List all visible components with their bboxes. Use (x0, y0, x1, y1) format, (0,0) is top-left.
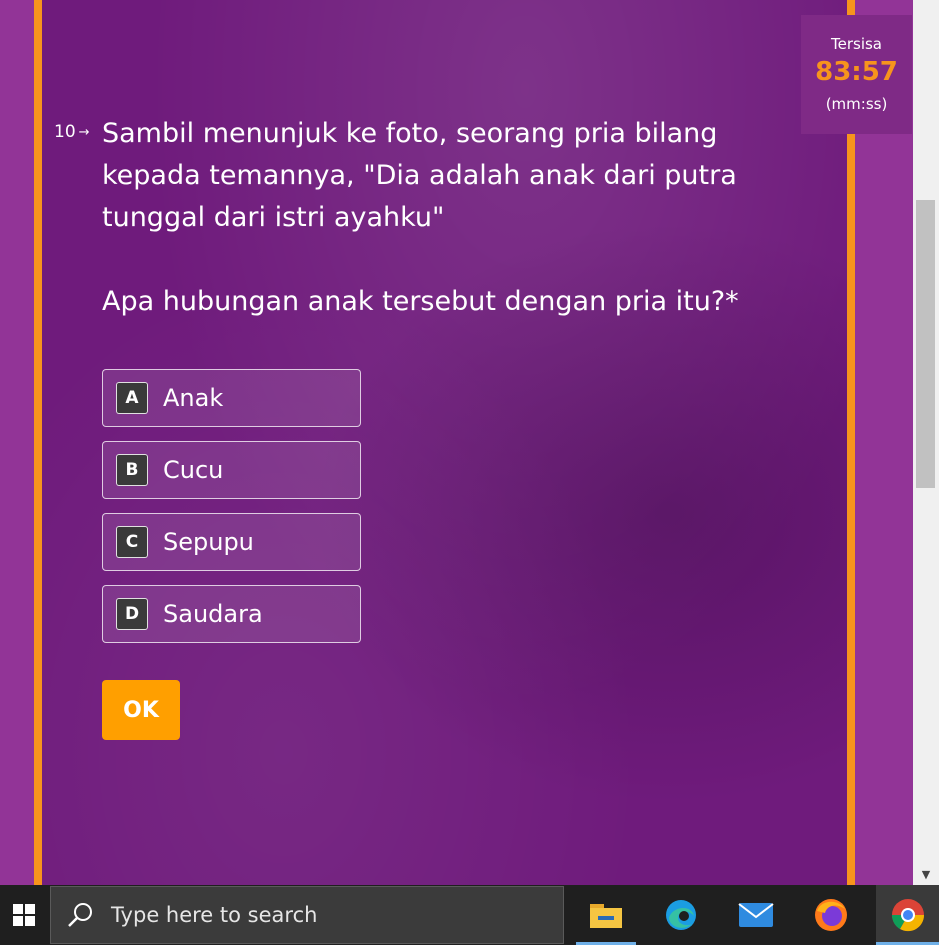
question-number: 10 → (54, 122, 90, 142)
edge-icon (666, 900, 696, 930)
question-text: Sambil menunjuk ke foto, seorang pria bi… (102, 118, 737, 233)
chrome-button[interactable] (876, 885, 939, 945)
option-key: C (116, 526, 148, 558)
timer-label: Tersisa (831, 35, 882, 53)
option-label: Anak (163, 384, 224, 412)
option-label: Cucu (163, 456, 224, 484)
taskbar-search-box[interactable]: Type here to search (50, 886, 564, 944)
chrome-icon (891, 899, 924, 932)
option-label: Saudara (163, 600, 263, 628)
option-c[interactable]: C Sepupu (102, 513, 361, 571)
timer-box: Tersisa 83:57 (mm:ss) (801, 15, 912, 134)
option-b[interactable]: B Cucu (102, 441, 361, 499)
mail-button[interactable] (726, 885, 786, 945)
quiz-page: Tersisa 83:57 (mm:ss) 10 → Sambil menunj… (0, 0, 913, 885)
option-a[interactable]: A Anak (102, 369, 361, 427)
scrollbar-thumb[interactable] (916, 200, 935, 488)
question-number-text: 10 (54, 122, 76, 142)
question-block: Sambil menunjuk ke foto, seorang pria bi… (102, 113, 762, 323)
timer-value: 83:57 (815, 57, 898, 87)
firefox-icon (815, 899, 847, 931)
windows-logo-icon (13, 904, 35, 926)
option-label: Sepupu (163, 528, 254, 556)
taskbar: Type here to search (0, 885, 939, 945)
search-placeholder: Type here to search (111, 903, 318, 927)
ok-button[interactable]: OK (102, 680, 180, 740)
file-explorer-button[interactable] (576, 885, 636, 945)
windows-start-button[interactable] (0, 885, 48, 945)
edge-button[interactable] (651, 885, 711, 945)
option-key: B (116, 454, 148, 486)
arrow-right-icon: → (78, 124, 90, 140)
firefox-button[interactable] (801, 885, 861, 945)
mail-icon (738, 903, 774, 927)
option-key: A (116, 382, 148, 414)
file-explorer-icon (590, 904, 622, 928)
scroll-down-icon[interactable]: ▼ (913, 864, 939, 885)
question-prompt: Apa hubungan anak tersebut dengan pria i… (102, 286, 739, 317)
option-d[interactable]: D Saudara (102, 585, 361, 643)
search-icon (68, 903, 92, 927)
vertical-scrollbar[interactable]: ▼ (913, 0, 939, 885)
timer-unit: (mm:ss) (825, 95, 888, 113)
option-key: D (116, 598, 148, 630)
